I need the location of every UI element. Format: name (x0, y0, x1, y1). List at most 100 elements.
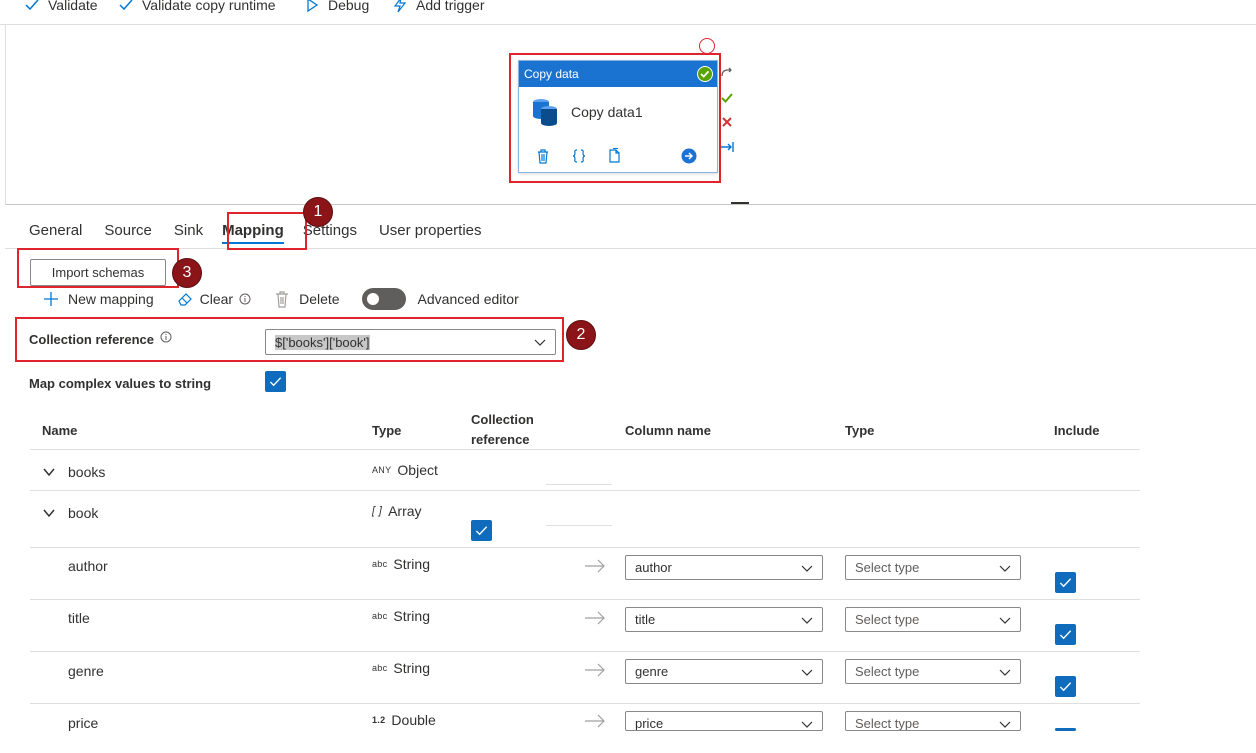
table-row[interactable]: books (42, 464, 105, 480)
delete-button[interactable]: Delete (273, 290, 340, 308)
chevron-down-icon (801, 617, 813, 624)
header-collection-reference-line1: Collection (471, 412, 534, 427)
success-check-icon (697, 66, 713, 82)
check-icon (25, 0, 39, 11)
column-name-value: author (635, 560, 672, 575)
annotation-mapping-box (227, 212, 307, 250)
dest-type-select[interactable]: Select type (845, 607, 1021, 632)
arrow-right-icon (585, 663, 605, 677)
success-path-icon[interactable] (720, 91, 734, 105)
debug-button[interactable]: Debug (304, 0, 369, 15)
row-type-label: String (393, 608, 430, 624)
row-divider (30, 703, 1140, 704)
annotation-badge-2: 2 (566, 320, 596, 350)
column-name-select[interactable]: genre (625, 659, 823, 684)
redo-icon[interactable] (720, 66, 734, 80)
column-name-select[interactable]: price (625, 711, 823, 731)
tab-source[interactable]: Source (93, 218, 163, 244)
collection-reference-row: Collection reference (29, 331, 172, 347)
column-name-value: price (635, 716, 664, 731)
string-type-icon: abc (372, 611, 388, 621)
import-schemas-button[interactable]: Import schemas (30, 259, 166, 286)
include-checkbox[interactable] (1055, 572, 1076, 593)
collection-reference-select[interactable]: $['books']['book'] (265, 329, 556, 355)
row-name: author (68, 558, 108, 574)
check-icon (119, 0, 133, 11)
chevron-down-icon (999, 721, 1011, 728)
row-divider (30, 651, 1140, 652)
arrow-right-icon (585, 611, 605, 625)
row-divider (30, 599, 1140, 600)
completion-path-icon[interactable] (720, 140, 734, 154)
row-name: price (68, 715, 99, 731)
include-checkbox[interactable] (1055, 676, 1076, 697)
map-complex-checkbox[interactable] (265, 371, 286, 392)
table-row[interactable]: book (42, 505, 98, 521)
checkmark-icon (1059, 682, 1072, 692)
row-type-label: String (393, 660, 430, 676)
validate-copy-runtime-button[interactable]: Validate copy runtime (118, 0, 276, 15)
string-type-icon: abc (372, 663, 388, 673)
arrow-right-icon (585, 559, 605, 573)
chevron-down-icon[interactable] (42, 465, 56, 479)
chevron-down-icon (999, 669, 1011, 676)
header-collection-reference-line2: reference (471, 432, 530, 447)
trash-icon[interactable] (535, 148, 551, 164)
validate-button[interactable]: Validate (24, 0, 98, 15)
dest-type-value: Select type (855, 716, 920, 731)
row-type: ANY Object (372, 462, 438, 478)
add-trigger-button[interactable]: Add trigger (392, 0, 484, 15)
column-name-select[interactable]: title (625, 607, 823, 632)
toggle-switch[interactable] (361, 288, 406, 310)
row-type-label: String (393, 556, 430, 572)
chevron-down-icon (801, 721, 813, 728)
row-divider (546, 525, 612, 526)
row-type-label: Double (391, 712, 436, 728)
arrow-right-circle-icon[interactable] (681, 148, 697, 164)
chevron-down-icon[interactable] (42, 506, 56, 520)
database-icon (533, 99, 557, 126)
header-name: Name (42, 423, 78, 438)
chevron-down-icon (999, 617, 1011, 624)
dest-type-select[interactable]: Select type (845, 555, 1021, 580)
code-braces-icon[interactable] (571, 148, 587, 164)
tab-divider (5, 248, 1256, 249)
dest-type-value: Select type (855, 664, 920, 679)
header-divider (30, 449, 1140, 450)
collection-reference-value: $['books']['book'] (275, 334, 370, 350)
column-name-select[interactable]: author (625, 555, 823, 580)
include-checkbox[interactable] (1055, 624, 1076, 645)
row-divider (30, 490, 1140, 491)
mapping-actions: New mapping Clear Delete Advanced editor (42, 287, 541, 311)
delete-label: Delete (299, 291, 340, 307)
header-type: Type (372, 423, 402, 438)
dest-type-select[interactable]: Select type (845, 711, 1021, 731)
failure-path-icon[interactable] (720, 115, 734, 129)
clear-label: Clear (199, 291, 234, 307)
tab-user-properties[interactable]: User properties (368, 218, 493, 244)
row-type-label: Object (397, 462, 438, 478)
annotation-badge-3: 3 (172, 258, 202, 288)
activity-name: Copy data1 (571, 104, 643, 120)
row-type: abc String (372, 556, 430, 572)
include-checkbox[interactable] (1055, 728, 1076, 731)
copy-data-activity[interactable]: Copy data Copy data1 (518, 60, 718, 173)
collection-reference-checkbox[interactable] (471, 520, 492, 541)
clear-button[interactable]: Clear (176, 290, 251, 308)
checkmark-icon (1059, 578, 1072, 588)
info-icon (160, 331, 172, 342)
chevron-down-icon (999, 565, 1011, 572)
copy-icon[interactable] (607, 148, 623, 164)
activity-header: Copy data (519, 61, 717, 87)
header-dest-type: Type (845, 423, 875, 438)
tab-general[interactable]: General (18, 218, 93, 244)
advanced-editor-label: Advanced editor (417, 291, 519, 307)
new-mapping-button[interactable]: New mapping (42, 290, 154, 308)
resize-handle[interactable] (731, 202, 749, 204)
validate-label: Validate (48, 0, 98, 13)
dest-type-select[interactable]: Select type (845, 659, 1021, 684)
row-name: book (68, 505, 99, 521)
chevron-down-icon (801, 669, 813, 676)
advanced-editor-toggle[interactable]: Advanced editor (361, 288, 519, 310)
tab-sink[interactable]: Sink (163, 218, 214, 244)
